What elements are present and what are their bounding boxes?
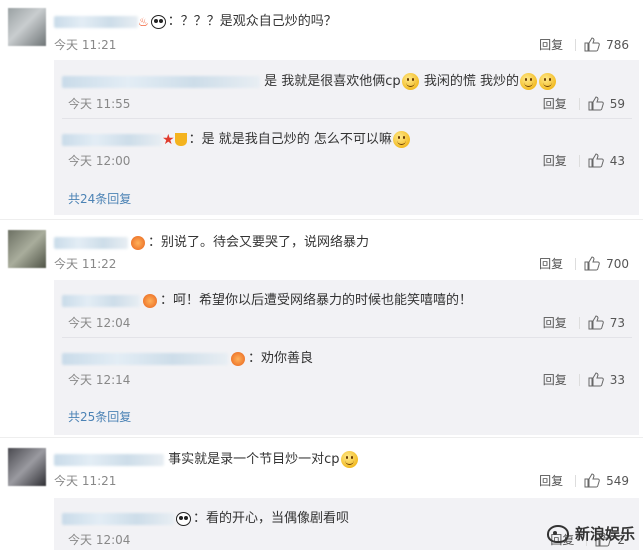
reply-button[interactable]: 回复 (539, 255, 563, 272)
divider (578, 316, 580, 329)
like-thumb-icon[interactable] (588, 315, 604, 330)
username[interactable] (54, 236, 128, 249)
username[interactable] (54, 453, 164, 466)
username[interactable] (62, 352, 228, 365)
reply-divider (62, 118, 632, 119)
reply-line: ★ ：是 就是我自己炒的 怎么不可以嘛 (62, 128, 411, 148)
divider (578, 97, 580, 110)
comment-thread-2: ：别说了。待会又要哭了，说网络暴力 今天 11:22 回复 700 ：呵！希望你… (0, 220, 643, 435)
timestamp: 今天 11:21 (54, 38, 117, 52)
avatar[interactable] (8, 230, 46, 268)
reply-box: ：呵！希望你以后遭受网络暴力的时候也能笑嘻嘻的！ 今天 12:04 回复 73 … (54, 280, 639, 435)
like-thumb-icon[interactable] (588, 153, 604, 168)
like-thumb-icon[interactable] (588, 372, 604, 387)
divider (575, 474, 577, 487)
reply-button[interactable]: 回复 (539, 36, 563, 53)
reply-text: ：是 就是我自己炒的 怎么不可以嘛 (188, 132, 392, 147)
username[interactable] (62, 133, 162, 146)
comment-text: 事实就是录一个节目炒一对cp (168, 452, 340, 467)
like-count: 59 (609, 96, 625, 111)
watermark: 新浪娱乐 (546, 523, 635, 544)
like-count: 43 (609, 153, 625, 168)
reply-button[interactable]: 回复 (543, 152, 567, 169)
username[interactable] (62, 294, 140, 307)
reply-button[interactable]: 回复 (539, 472, 563, 489)
timestamp: 今天 12:04 (68, 533, 131, 547)
reply-line: ：劝你善良 (62, 347, 313, 366)
divider (578, 154, 580, 167)
reply-button[interactable]: 回复 (543, 95, 567, 112)
like-count: 549 (606, 473, 629, 488)
reply-line: ：呵！希望你以后遭受网络暴力的时候也能笑嘻嘻的！ (62, 289, 472, 308)
divider (575, 38, 577, 51)
reply-actions: 回复 59 (543, 95, 625, 112)
divider (575, 257, 577, 270)
reply-box: 是 我就是很喜欢他俩cp 我闲的慌 我炒的 今天 11:55 回复 59 ★ ：是… (54, 60, 639, 215)
like-count: 700 (606, 256, 629, 271)
timestamp: 今天 11:55 (68, 97, 131, 111)
smile-emoji-icon (401, 73, 419, 90)
reply-text: ：呵！希望你以后遭受网络暴力的时候也能笑嘻嘻的！ (160, 293, 473, 308)
more-replies-link[interactable]: 共25条回复 (68, 408, 131, 425)
comment-line: ：别说了。待会又要哭了，说网络暴力 (54, 231, 369, 250)
reply-divider (62, 337, 632, 338)
badge-icon (131, 235, 145, 250)
watermark-text: 新浪娱乐 (574, 525, 635, 543)
comment-line: ♨ ：？？？是观众自己炒的吗？ (54, 10, 337, 29)
timestamp: 今天 12:04 (68, 316, 131, 330)
reply-line: 是 我就是很喜欢他俩cp 我闲的慌 我炒的 (62, 70, 557, 90)
comment-line: 事实就是录一个节目炒一对cp (54, 448, 359, 468)
like-thumb-icon[interactable] (584, 473, 600, 488)
panda-emoji-icon (176, 511, 191, 526)
reply-text: ：看的开心，当偶像剧看呗 (193, 511, 350, 526)
comment-actions: 回复 549 (539, 472, 629, 489)
timestamp: 今天 11:21 (54, 474, 117, 488)
reply-text: ：劝你善良 (248, 351, 314, 366)
reply-text: 是 我就是很喜欢他俩cp (264, 74, 401, 89)
reply-button[interactable]: 回复 (543, 314, 567, 331)
like-count: 73 (609, 315, 625, 330)
like-count: 786 (606, 37, 629, 52)
reply-actions: 回复 43 (543, 152, 625, 169)
username[interactable] (54, 15, 138, 28)
timestamp: 今天 12:00 (68, 154, 131, 168)
comment-actions: 回复 786 (539, 36, 629, 53)
avatar[interactable] (8, 448, 46, 486)
timestamp: 今天 12:14 (68, 373, 131, 387)
smile-emoji-icon (519, 73, 537, 90)
comment-thread-1: ♨ ：？？？是观众自己炒的吗？ 今天 11:21 回复 786 是 我就是很喜欢他… (0, 0, 643, 215)
smile-emoji-icon (538, 73, 556, 90)
username[interactable] (62, 75, 260, 88)
like-count: 33 (609, 372, 625, 387)
like-thumb-icon[interactable] (584, 256, 600, 271)
panda-emoji-icon (150, 14, 166, 29)
username[interactable] (62, 512, 174, 525)
trophy-badge-icon (174, 133, 187, 146)
reply-line: ：看的开心，当偶像剧看呗 (62, 507, 349, 526)
fire-icon: ♨ (138, 14, 149, 29)
star-badge-icon: ★ (162, 131, 175, 148)
comment-text: ：别说了。待会又要哭了，说网络暴力 (148, 235, 370, 250)
more-replies-link[interactable]: 共24条回复 (68, 190, 131, 207)
weibo-logo-icon (546, 524, 569, 543)
badge-icon (231, 351, 245, 366)
smile-emoji-icon (392, 131, 410, 148)
divider (578, 373, 580, 386)
avatar[interactable] (8, 8, 46, 46)
badge-icon (143, 293, 157, 308)
smile-emoji-icon (340, 451, 358, 468)
like-thumb-icon[interactable] (584, 37, 600, 52)
comment-actions: 回复 700 (539, 255, 629, 272)
reply-actions: 回复 33 (543, 371, 625, 388)
reply-actions: 回复 73 (543, 314, 625, 331)
timestamp: 今天 11:22 (54, 257, 117, 271)
like-thumb-icon[interactable] (588, 96, 604, 111)
comment-text: ：？？？是观众自己炒的吗？ (167, 14, 337, 29)
reply-text-2: 我闲的慌 我炒的 (423, 74, 519, 89)
reply-button[interactable]: 回复 (543, 371, 567, 388)
